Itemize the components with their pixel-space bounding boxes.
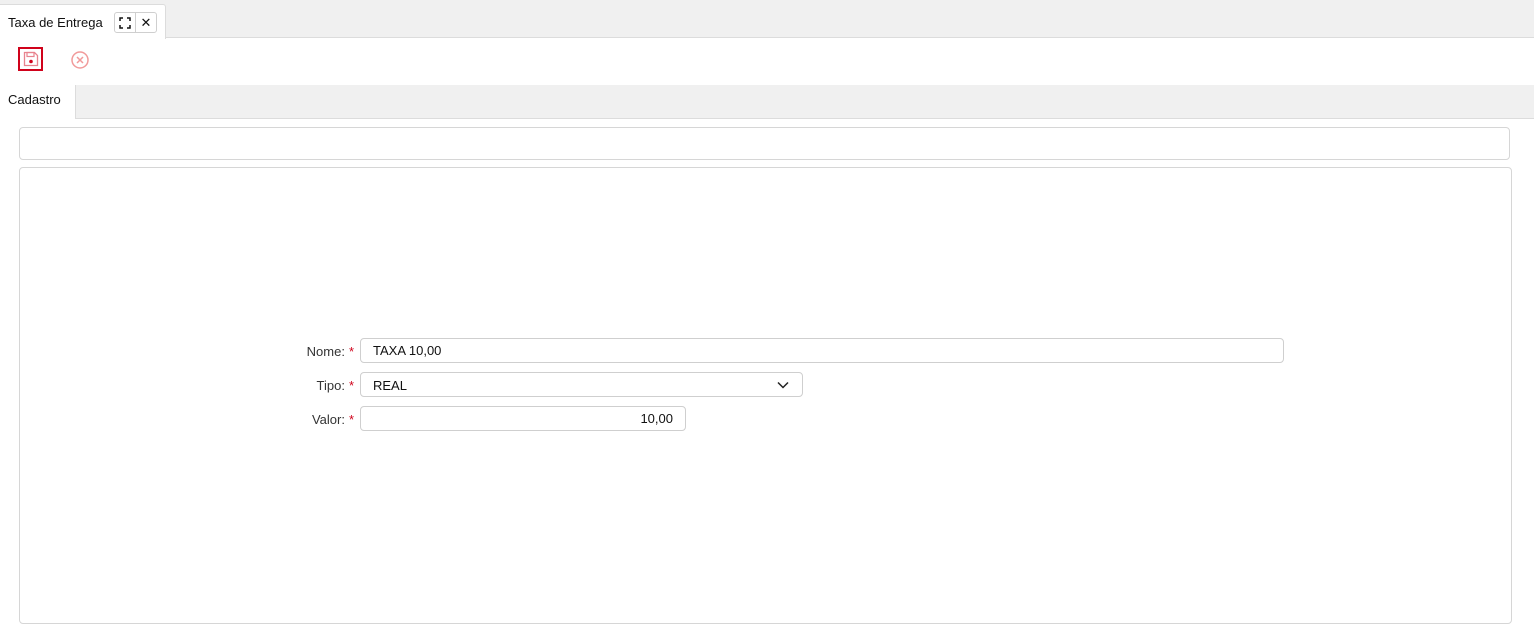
- tipo-select[interactable]: REAL: [360, 372, 803, 397]
- toolbar: [0, 39, 1534, 85]
- nome-label-text: Nome:: [306, 344, 345, 359]
- window-tab-taxa-de-entrega[interactable]: Taxa de Entrega ✕: [0, 4, 166, 39]
- form-tabbar: Cadastro: [0, 85, 1534, 119]
- window-tab-title: Taxa de Entrega: [8, 15, 103, 30]
- nome-input[interactable]: [360, 338, 1284, 363]
- tipo-label-text: Tipo:: [316, 378, 345, 393]
- close-icon: ✕: [140, 14, 152, 30]
- cancel-button[interactable]: [70, 50, 90, 70]
- chevron-down-icon: [777, 381, 789, 389]
- valor-required-mark: *: [348, 412, 354, 427]
- tab-cadastro[interactable]: Cadastro: [0, 85, 76, 119]
- top-panel: [19, 127, 1510, 160]
- form-panel: Nome:* Tipo:* REAL Valor:*: [19, 167, 1512, 624]
- cancel-circle-icon: [71, 51, 89, 69]
- nome-label: Nome: *: [234, 344, 354, 359]
- close-tab-button[interactable]: ✕: [135, 12, 157, 33]
- expand-icon: [119, 16, 131, 29]
- expand-button[interactable]: [114, 12, 136, 33]
- tipo-selected-value: REAL: [373, 378, 407, 393]
- window-tabbar: Taxa de Entrega ✕: [0, 0, 1534, 39]
- valor-label: Valor: *: [234, 412, 354, 427]
- valor-input[interactable]: [360, 406, 686, 431]
- save-button[interactable]: [18, 47, 43, 71]
- tipo-label: Tipo: *: [234, 378, 354, 393]
- nome-required-mark: *: [348, 344, 354, 359]
- floppy-disk-icon: [23, 51, 38, 67]
- tipo-required-mark: *: [348, 378, 354, 393]
- valor-label-text: Valor:: [311, 412, 345, 427]
